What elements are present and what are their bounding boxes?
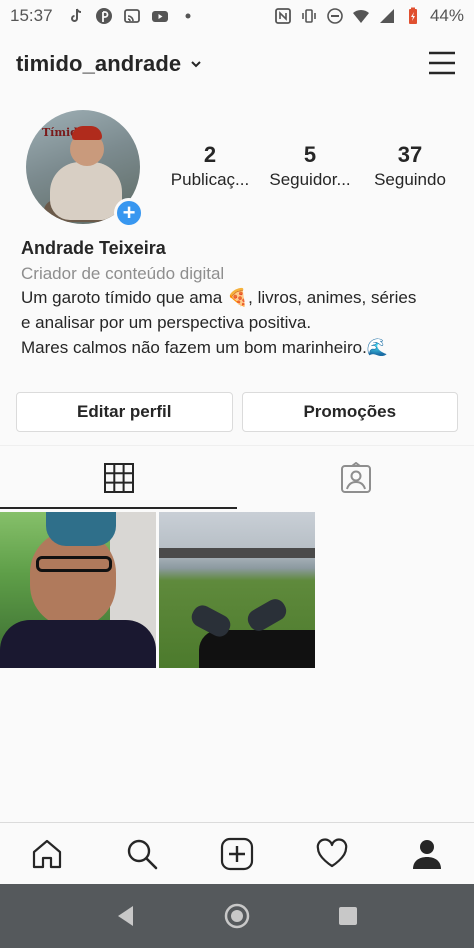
tab-tagged[interactable] xyxy=(237,446,474,509)
username-switcher[interactable]: timido_andrade xyxy=(16,51,181,77)
profile-tabs xyxy=(0,445,474,509)
stat-label: Seguindo xyxy=(374,170,446,189)
post-shape xyxy=(159,548,315,558)
dnd-icon xyxy=(326,7,344,25)
post-thumbnail[interactable] xyxy=(159,512,315,668)
search-icon xyxy=(127,839,158,869)
posts-grid xyxy=(0,512,474,668)
recents-icon[interactable] xyxy=(335,903,361,929)
plus-icon: + xyxy=(122,200,136,225)
battery-percent: 44% xyxy=(429,6,464,25)
pinterest-icon xyxy=(95,7,113,25)
home-circle-icon[interactable] xyxy=(224,903,250,929)
post-shape xyxy=(46,512,116,546)
stat-followers[interactable]: 5 Seguidor... xyxy=(260,142,360,190)
stat-label: Publicaç... xyxy=(170,170,250,189)
bio-text: , livros, animes, séries xyxy=(248,288,417,307)
promotions-button[interactable]: Promoções xyxy=(241,392,458,432)
bio-text: Um garoto tímido que ama xyxy=(21,288,227,307)
profile-header: timido_andrade xyxy=(0,32,474,96)
post-shape xyxy=(36,556,112,572)
bio-line: e analisar por um perspectiva positiva. xyxy=(21,313,312,332)
back-icon[interactable] xyxy=(113,903,139,929)
stat-value: 2 xyxy=(203,142,217,167)
stat-value: 5 xyxy=(303,142,317,167)
cast-icon xyxy=(123,7,141,25)
chevron-down-icon[interactable] xyxy=(189,57,203,71)
tagged-person-icon xyxy=(340,461,371,493)
post-shape xyxy=(0,620,156,668)
status-time: 15:37 xyxy=(10,6,53,25)
display-name: Andrade Teixeira xyxy=(21,238,166,258)
nav-home[interactable] xyxy=(0,823,95,884)
wifi-icon xyxy=(352,7,370,25)
heart-icon xyxy=(316,837,348,867)
nav-search[interactable] xyxy=(95,823,190,884)
stat-label: Seguidor... xyxy=(269,170,351,189)
status-bar: 15:37 44% xyxy=(0,0,474,32)
dot-icon xyxy=(179,7,197,25)
youtube-icon xyxy=(151,7,169,25)
avatar-shape xyxy=(72,126,102,140)
avatar-shape xyxy=(50,162,122,220)
nfc-icon xyxy=(274,7,292,25)
profile-actions: Editar perfil Promoções xyxy=(16,392,458,432)
signal-icon xyxy=(378,7,396,25)
bio-line: Mares calmos não fazem um bom marinheiro… xyxy=(21,338,461,363)
home-icon xyxy=(33,839,62,868)
avatar-container[interactable]: Tímido + xyxy=(26,110,144,228)
pizza-emoji: 🍕 xyxy=(226,288,249,308)
grid-icon xyxy=(103,462,134,493)
nav-new-post[interactable] xyxy=(190,823,285,884)
profile-bio: Andrade Teixeira Criador de conteúdo dig… xyxy=(21,238,461,363)
post-shape xyxy=(244,595,290,635)
stat-value: 37 xyxy=(397,142,423,167)
add-post-icon xyxy=(220,837,254,870)
stat-following[interactable]: 37 Seguindo xyxy=(360,142,460,190)
wave-emoji: 🌊 xyxy=(366,338,388,358)
nav-activity[interactable] xyxy=(284,823,379,884)
post-thumbnail[interactable] xyxy=(0,512,156,668)
battery-icon xyxy=(404,7,422,25)
bottom-nav xyxy=(0,822,474,884)
android-nav-bar xyxy=(0,884,474,948)
tiktok-icon xyxy=(67,7,85,25)
menu-icon[interactable] xyxy=(428,50,456,76)
profile-stats: 2 Publicaç... 5 Seguidor... 37 Seguindo xyxy=(160,142,460,190)
vibrate-icon xyxy=(300,7,318,25)
add-story-button[interactable]: + xyxy=(114,198,144,228)
bio-line: Um garoto tímido que ama 🍕, livros, anim… xyxy=(21,288,461,313)
edit-profile-button[interactable]: Editar perfil xyxy=(16,392,233,432)
tab-grid[interactable] xyxy=(0,446,237,509)
profile-icon xyxy=(412,839,441,869)
stat-posts[interactable]: 2 Publicaç... xyxy=(160,142,260,190)
profile-category: Criador de conteúdo digital xyxy=(21,264,225,283)
bio-text: Mares calmos não fazem um bom marinheiro… xyxy=(21,338,367,357)
nav-profile[interactable] xyxy=(379,823,474,884)
